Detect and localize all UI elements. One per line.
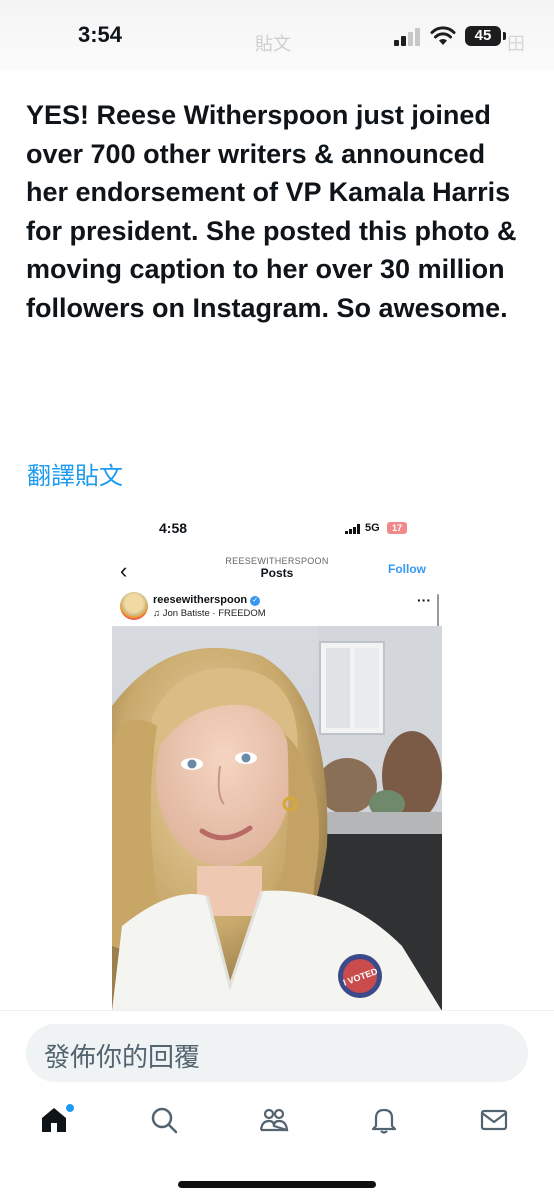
reply-composer: 發佈你的回覆 [0,1010,554,1091]
battery-icon: 45 [465,26,507,48]
tab-messages[interactable] [478,1104,518,1144]
status-ghost-text-right: 田 [507,34,525,54]
cellular-signal-icon [394,28,420,46]
tweet-media-image[interactable]: 4:58 5G 17 ‹ REESEWITHERSPOON Posts Foll… [112,506,442,1011]
embedded-status-time: 4:58 [159,520,188,536]
messages-icon [480,1109,508,1131]
home-notification-dot [66,1104,74,1112]
search-icon [151,1107,178,1134]
wifi-icon [430,26,456,45]
reply-input[interactable]: 發佈你的回覆 [26,1024,528,1082]
embedded-status-icons: 5G 17 [345,522,417,536]
embedded-audio-text: Jon Batiste · FREEDOM [162,608,266,619]
home-indicator [178,1181,376,1188]
communities-icon [259,1108,289,1132]
tab-search[interactable] [148,1104,188,1144]
embedded-audio-info: ♫ Jon Batiste · FREEDOM [153,608,266,619]
status-ghost-text: 貼文 [255,34,291,54]
status-bar: 3:54 貼文 田 45 [0,0,554,70]
reply-placeholder: 發佈你的回覆 [44,1042,201,1072]
battery-level: 45 [465,26,501,46]
embedded-avatar [120,592,148,620]
embedded-username: reesewitherspoon ✓ [153,594,261,606]
tweet-text: YES! Reese Witherspoon just joined over … [26,100,517,323]
embedded-username-text: reesewitherspoon [153,594,248,606]
translate-post-link[interactable]: 翻譯貼文 [27,456,123,491]
verified-badge-icon: ✓ [250,596,261,606]
embedded-battery: 17 [387,522,407,534]
tab-communities[interactable] [258,1104,298,1144]
tab-notifications[interactable] [368,1104,408,1144]
embedded-network-label: 5G [365,522,380,534]
status-time: 3:54 [78,22,123,47]
embedded-follow-label: Follow [388,562,426,576]
notifications-icon [371,1108,397,1134]
selfie-photo: I VOTED [112,626,442,1011]
tab-home[interactable] [38,1104,78,1144]
embedded-signal-icon [345,524,360,534]
music-note-icon: ♫ [153,608,163,619]
embedded-more-icon: ··· [417,592,431,608]
